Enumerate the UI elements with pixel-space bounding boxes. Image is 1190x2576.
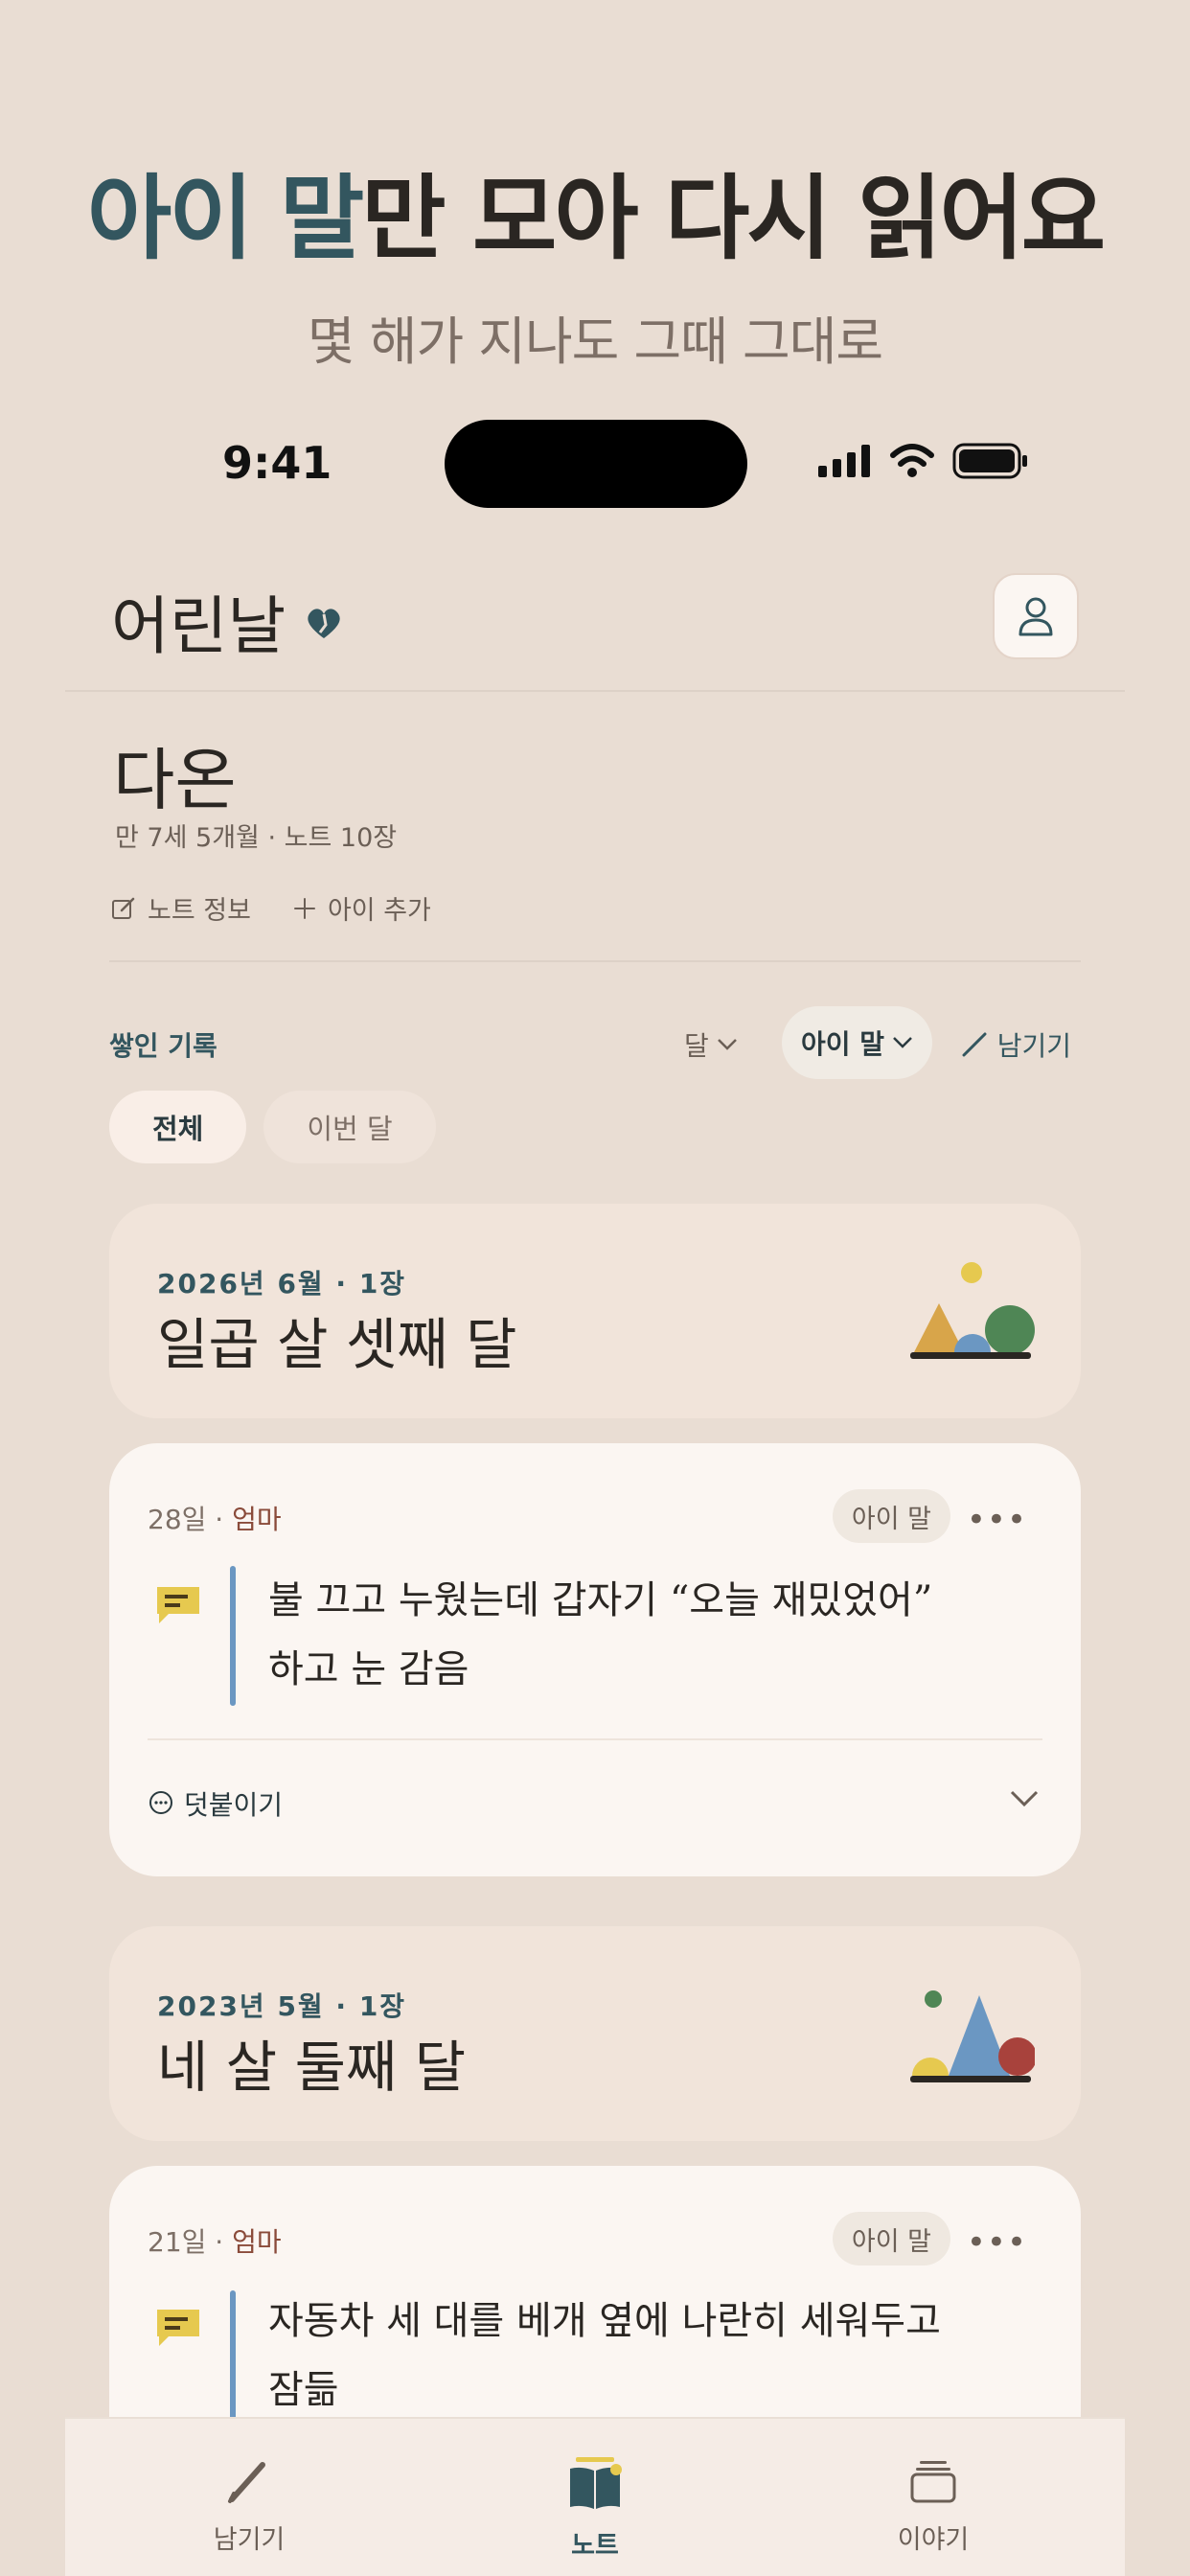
kind-filter[interactable]: 아이 말 bbox=[782, 1006, 933, 1079]
kind-filter-label: 아이 말 bbox=[801, 1028, 885, 1060]
note-text: 불 끄고 누웠는데 갑자기 “오늘 재밌었어” 하고 눈 감음 bbox=[268, 1566, 1035, 1704]
note-day: 21일 bbox=[148, 2226, 207, 2258]
status-icons bbox=[818, 443, 1029, 479]
note-divider bbox=[148, 1738, 1042, 1740]
write-label: 남기기 bbox=[996, 1030, 1071, 1062]
month-card[interactable]: 2023년 5월 · 1장 네 살 둘째 달 bbox=[109, 1926, 1081, 2141]
note-day: 28일 bbox=[148, 1504, 207, 1535]
note-info-label: 노트 정보 bbox=[148, 896, 251, 926]
nav-item-write[interactable]: 남기기 bbox=[153, 2457, 345, 2556]
profile-button[interactable] bbox=[993, 573, 1079, 659]
nav-label-write: 남기기 bbox=[213, 2525, 286, 2555]
chip-this-month[interactable]: 이번 달 bbox=[263, 1091, 436, 1163]
records-toolbar: 쌓인 기록 달 아이 말 남기기 bbox=[109, 1006, 1081, 1079]
chevron-down-icon[interactable] bbox=[1010, 1790, 1039, 1807]
stack-icon bbox=[910, 2461, 956, 2503]
pencil-icon bbox=[228, 2462, 265, 2503]
hero-title: 아이 말만 모아 다시 읽어요 bbox=[0, 144, 1190, 277]
note-text-line-1: 자동차 세 대를 베개 옆에 나란히 세워두고 bbox=[268, 2299, 941, 2343]
comment-icon bbox=[149, 1791, 172, 1814]
pencil-icon bbox=[962, 1032, 987, 1057]
note-date: 21일 · 엄마 bbox=[148, 2226, 282, 2258]
speech-bubble-icon bbox=[157, 1587, 199, 1623]
signal-icon bbox=[818, 445, 870, 477]
chevron-down-icon bbox=[717, 1039, 737, 1050]
nav-item-notes[interactable]: 노트 bbox=[499, 2457, 691, 2562]
divider bbox=[109, 960, 1081, 962]
note-text: 자동차 세 대를 베개 옆에 나란히 세워두고 잠듦 bbox=[268, 2287, 1035, 2425]
more-icon[interactable]: ••• bbox=[967, 2223, 1027, 2262]
shapes-illustration-icon bbox=[910, 1990, 1035, 2082]
battery-icon bbox=[952, 443, 1027, 479]
add-comment-button[interactable]: 덧붙이기 bbox=[148, 1784, 283, 1823]
quote-bar bbox=[230, 1566, 236, 1706]
add-child-button[interactable]: 아이 추가 bbox=[293, 889, 431, 927]
month-title: 일곱 살 셋째 달 bbox=[157, 1312, 517, 1377]
hero-title-rest: 만 모아 다시 읽어요 bbox=[361, 165, 1106, 272]
month-meta: 2023년 5월 · 1장 bbox=[157, 1990, 407, 2022]
note-tag: 아이 말 bbox=[832, 1489, 950, 1543]
nav-item-stories[interactable]: 이야기 bbox=[837, 2457, 1029, 2556]
child-actions: 노트 정보 아이 추가 bbox=[111, 889, 431, 927]
app-screen: 어린날 다온 만 7세 5개월 · 노트 10장 노트 정보 아이 추가 쌓인 … bbox=[65, 537, 1125, 2576]
note-text-line-1: 불 끄고 누웠는데 갑자기 “오늘 재밌었어” bbox=[268, 1578, 933, 1622]
month-title: 네 살 둘째 달 bbox=[157, 2035, 467, 2100]
add-comment-label: 덧붙이기 bbox=[184, 1789, 284, 1821]
note-card[interactable]: 28일 · 엄마 아이 말 ••• 불 끄고 누웠는데 갑자기 “오늘 재밌었어… bbox=[109, 1443, 1081, 1876]
note-tag: 아이 말 bbox=[832, 2212, 950, 2266]
note-text-line-2: 잠듦 bbox=[268, 2368, 339, 2412]
book-icon bbox=[570, 2457, 622, 2509]
app-title: 어린날 bbox=[111, 589, 286, 663]
month-filter-label: 달 bbox=[684, 1030, 709, 1062]
month-meta: 2026년 6월 · 1장 bbox=[157, 1268, 407, 1300]
note-text-line-2: 하고 눈 감음 bbox=[268, 1647, 469, 1691]
bottom-nav: 남기기 노트 이야기 bbox=[65, 2417, 1125, 2576]
person-icon bbox=[1018, 597, 1053, 636]
child-meta: 만 7세 5개월 · 노트 10장 bbox=[115, 823, 398, 853]
add-child-label: 아이 추가 bbox=[327, 896, 431, 926]
hero-title-accent: 아이 말 bbox=[86, 165, 364, 272]
note-date: 28일 · 엄마 bbox=[148, 1504, 282, 1535]
status-bar: 9:41 bbox=[65, 420, 1125, 508]
plus-icon bbox=[293, 897, 315, 919]
wifi-icon bbox=[890, 444, 934, 477]
section-label: 쌓인 기록 bbox=[109, 1030, 217, 1062]
month-card[interactable]: 2026년 6월 · 1장 일곱 살 셋째 달 bbox=[109, 1204, 1081, 1418]
status-time: 9:41 bbox=[222, 437, 332, 489]
app-header: 어린날 bbox=[65, 537, 1125, 692]
chip-all[interactable]: 전체 bbox=[109, 1091, 247, 1163]
write-button[interactable]: 남기기 bbox=[961, 1025, 1071, 1064]
note-author: 엄마 bbox=[232, 2226, 282, 2258]
child-name: 다온 bbox=[113, 741, 237, 819]
speech-bubble-icon bbox=[157, 2310, 199, 2346]
note-author: 엄마 bbox=[232, 1504, 282, 1535]
chevron-down-icon bbox=[893, 1037, 912, 1048]
more-icon[interactable]: ••• bbox=[967, 1501, 1027, 1539]
nav-label-stories: 이야기 bbox=[897, 2525, 970, 2555]
shapes-illustration-icon bbox=[910, 1262, 1035, 1359]
period-chips: 전체 이번 달 bbox=[109, 1091, 436, 1163]
edit-icon bbox=[112, 897, 135, 919]
month-filter[interactable]: 달 bbox=[684, 1025, 738, 1064]
heart-icon bbox=[308, 609, 340, 638]
hero-subtitle: 몇 해가 지나도 그때 그대로 bbox=[307, 311, 883, 372]
nav-label-notes: 노트 bbox=[571, 2531, 619, 2561]
quote-bar bbox=[230, 2290, 236, 2430]
dynamic-island bbox=[445, 420, 747, 508]
note-info-button[interactable]: 노트 정보 bbox=[111, 889, 251, 927]
